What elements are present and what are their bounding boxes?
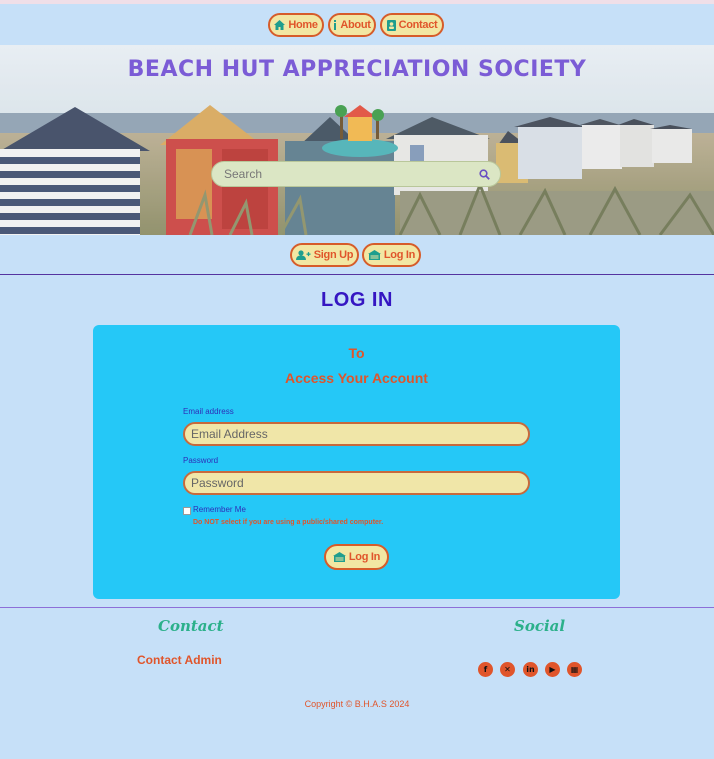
facebook-icon[interactable]: f	[478, 662, 493, 677]
beach-hut-icon	[367, 250, 381, 260]
add-user-icon	[295, 250, 311, 260]
nav-home-button[interactable]: Home	[268, 13, 324, 37]
nav-about-button[interactable]: About	[328, 13, 376, 37]
email-field[interactable]: Email Address	[183, 422, 530, 446]
password-field[interactable]: Password	[183, 471, 530, 495]
top-strip	[0, 0, 714, 4]
remember-me-label: Remember Me	[193, 505, 246, 514]
calendar-icon[interactable]: ▦	[567, 662, 582, 677]
submit-log-in-label: Log In	[348, 551, 381, 563]
nav-contact-button[interactable]: Contact	[380, 13, 444, 37]
divider-bottom	[0, 607, 714, 608]
password-label: Password	[183, 456, 219, 465]
youtube-icon[interactable]: ▶	[545, 662, 560, 677]
x-icon[interactable]: ✕	[500, 662, 515, 677]
log-in-button[interactable]: Log In	[362, 243, 421, 267]
linkedin-icon[interactable]: in	[523, 662, 538, 677]
remember-me-checkbox[interactable]	[183, 507, 191, 515]
remember-me-warning: Do NOT select if you are using a public/…	[193, 519, 384, 526]
home-icon	[274, 20, 286, 30]
search-bar[interactable]: Search	[211, 161, 501, 187]
card-title-sub: Access Your Account	[285, 370, 428, 386]
hero-banner: BEACH HUT APPRECIATION SOCIETY Search	[0, 45, 714, 235]
nav-about-label: About	[340, 19, 371, 31]
footer-social-heading: Social	[514, 617, 566, 635]
copyright-text: Copyright © B.H.A.S 2024	[304, 699, 410, 709]
sign-up-label: Sign Up	[313, 249, 354, 261]
search-icon[interactable]	[479, 168, 490, 180]
divider-top	[0, 274, 714, 275]
log-in-label: Log In	[383, 249, 416, 261]
search-input[interactable]: Search	[224, 167, 479, 181]
info-icon	[334, 20, 337, 30]
submit-log-in-button[interactable]: Log In	[324, 544, 389, 570]
sign-up-button[interactable]: Sign Up	[290, 243, 359, 267]
email-label: Email address	[183, 407, 234, 416]
login-card: To Access Your Account Email address Ema…	[93, 325, 620, 599]
beach-hut-icon	[332, 552, 346, 562]
contact-admin-link[interactable]: Contact Admin	[137, 653, 222, 667]
nav-contact-label: Contact	[398, 19, 438, 31]
site-title: BEACH HUT APPRECIATION SOCIETY	[127, 57, 587, 82]
contact-card-icon	[386, 19, 396, 31]
footer-contact-heading: Contact	[158, 617, 224, 635]
page-title: LOG IN	[321, 289, 393, 311]
nav-home-label: Home	[288, 19, 318, 31]
card-title-to: To	[348, 345, 365, 361]
